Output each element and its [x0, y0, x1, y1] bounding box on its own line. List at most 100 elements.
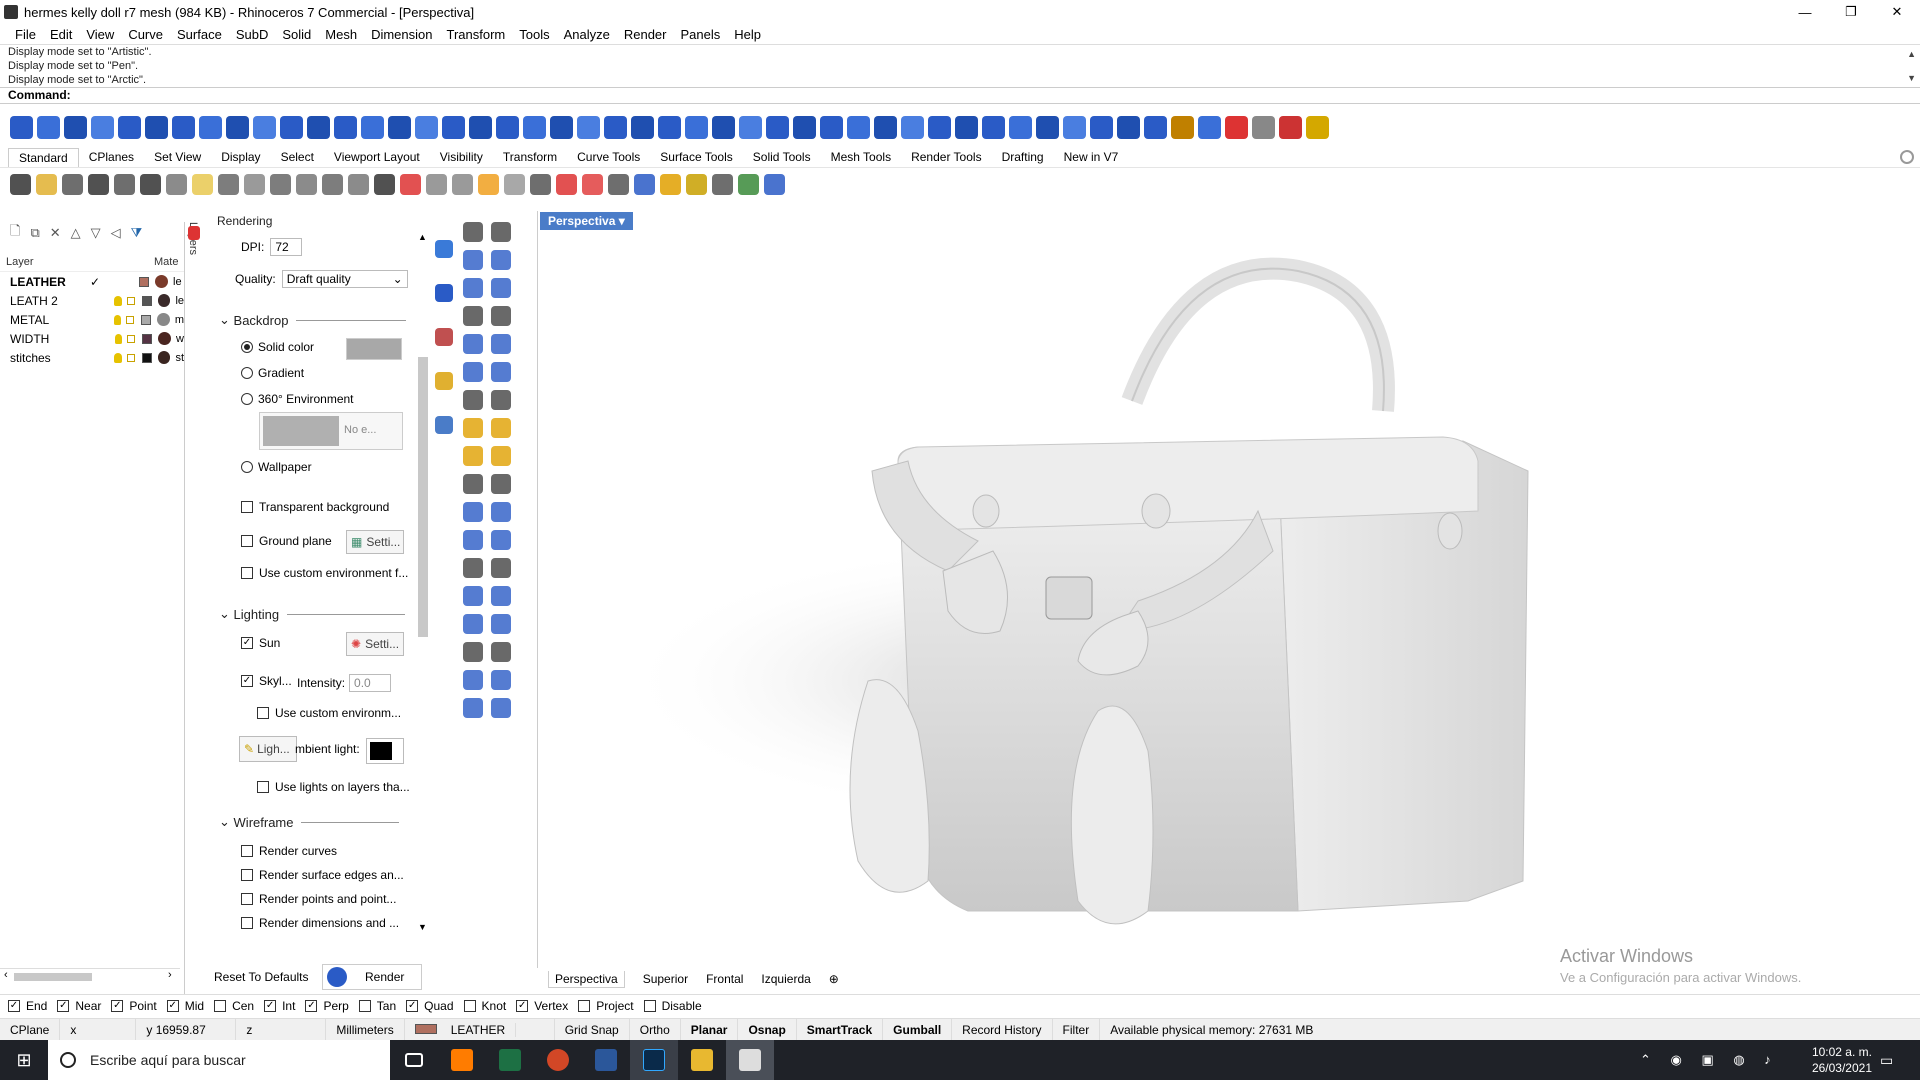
- command-line[interactable]: Command:: [0, 87, 1920, 104]
- standard-tool-icon[interactable]: [62, 173, 83, 195]
- record-history-toggle[interactable]: Record History: [952, 1018, 1053, 1041]
- osnap-checkbox[interactable]: [463, 999, 476, 1012]
- standard-tool-icon[interactable]: [556, 173, 577, 195]
- solid-tool-icon[interactable]: [847, 115, 870, 139]
- sidebar-tool-icon[interactable]: [491, 334, 511, 354]
- material-sphere-icon[interactable]: [157, 313, 170, 326]
- standard-tool-icon[interactable]: [36, 173, 57, 195]
- standard-tool-icon[interactable]: [296, 173, 317, 195]
- light-bulb-icon[interactable]: [113, 314, 122, 325]
- sidebar-tool-icon[interactable]: [463, 642, 483, 662]
- standard-tool-icon[interactable]: [660, 173, 681, 195]
- menu-transform[interactable]: Transform: [439, 27, 512, 42]
- osnap-checkbox[interactable]: ✓: [111, 999, 124, 1012]
- scroll-thumb[interactable]: [14, 973, 92, 981]
- ground-plane-checkbox[interactable]: [241, 535, 253, 547]
- new-sublayer-icon[interactable]: ⧉: [30, 225, 39, 241]
- render-button[interactable]: Render: [322, 964, 422, 990]
- menu-surface[interactable]: Surface: [170, 27, 229, 42]
- history-scroll-up-icon[interactable]: ▲: [1907, 47, 1916, 61]
- standard-tool-icon[interactable]: [478, 173, 499, 195]
- viewport-tab-superior[interactable]: Superior: [643, 972, 688, 986]
- standard-tool-icon[interactable]: [426, 173, 447, 195]
- standard-tool-icon[interactable]: [712, 173, 733, 195]
- gear-icon[interactable]: [1900, 150, 1914, 164]
- solid-tool-icon[interactable]: [1279, 115, 1302, 139]
- standard-tool-icon[interactable]: [764, 173, 785, 195]
- solid-tool-icon[interactable]: [253, 115, 276, 139]
- sidebar-tool-icon[interactable]: [491, 530, 511, 550]
- solid-tool-icon[interactable]: [10, 115, 33, 139]
- solid-tool-icon[interactable]: [874, 115, 897, 139]
- scroll-left-icon[interactable]: ‹: [4, 969, 8, 981]
- units-label[interactable]: Millimeters: [326, 1018, 405, 1041]
- osnap-checkbox[interactable]: ✓: [8, 999, 20, 1012]
- tab-mesh-tools[interactable]: Mesh Tools: [821, 148, 901, 167]
- add-viewport-icon[interactable]: ⊕: [829, 972, 839, 986]
- osnap-end[interactable]: ✓ End: [8, 999, 47, 1013]
- solid-tool-icon[interactable]: [64, 115, 87, 139]
- solid-tool-icon[interactable]: [1090, 115, 1113, 139]
- layer-name[interactable]: LEATHER: [10, 275, 90, 289]
- osnap-checkbox[interactable]: ✓: [516, 999, 529, 1012]
- osnap-toggle[interactable]: Osnap: [738, 1018, 797, 1041]
- standard-tool-icon[interactable]: [686, 173, 707, 195]
- sidebar-tool-icon[interactable]: [463, 306, 483, 326]
- sidebar-tool-icon[interactable]: [463, 530, 483, 550]
- standard-tool-icon[interactable]: [608, 173, 629, 195]
- menu-panels[interactable]: Panels: [673, 27, 727, 42]
- sidebar-tool-icon[interactable]: [463, 362, 483, 382]
- solid-tool-icon[interactable]: [820, 115, 843, 139]
- perspective-viewport[interactable]: [537, 211, 1920, 968]
- close-button[interactable]: ✕: [1874, 0, 1920, 24]
- osnap-quad[interactable]: ✓ Quad: [406, 999, 454, 1013]
- solid-tool-icon[interactable]: [901, 115, 924, 139]
- osnap-near[interactable]: ✓ Near: [57, 999, 101, 1013]
- menu-view[interactable]: View: [79, 27, 121, 42]
- solid-tool-icon[interactable]: [1144, 115, 1167, 139]
- sun-checkbox[interactable]: ✓: [241, 637, 253, 649]
- sidebar-tool-icon[interactable]: [463, 334, 483, 354]
- light-bulb-icon[interactable]: [114, 333, 123, 344]
- solid-tool-icon[interactable]: [658, 115, 681, 139]
- sidebar-tool-icon[interactable]: [491, 222, 511, 242]
- osnap-disable[interactable]: Disable: [643, 999, 702, 1013]
- maximize-button[interactable]: ❐: [1828, 0, 1874, 24]
- custom-environment-lighting-checkbox[interactable]: [257, 707, 269, 719]
- solid-tool-icon[interactable]: [550, 115, 573, 139]
- solid-tool-icon[interactable]: [928, 115, 951, 139]
- sidebar-tool-icon[interactable]: [491, 586, 511, 606]
- viewport-tab-frontal[interactable]: Frontal: [706, 972, 743, 986]
- layer-column-header[interactable]: Layer: [6, 256, 154, 268]
- sidebar-tool-icon[interactable]: [491, 250, 511, 270]
- standard-tool-icon[interactable]: [374, 173, 395, 195]
- render-surface-edges-checkbox[interactable]: [241, 869, 253, 881]
- osnap-checkbox[interactable]: ✓: [166, 999, 179, 1012]
- sidebar-tool-icon[interactable]: [463, 614, 483, 634]
- color-wheel-icon[interactable]: [435, 240, 453, 258]
- standard-tool-icon[interactable]: [166, 173, 187, 195]
- standard-tool-icon[interactable]: [192, 173, 213, 195]
- tab-surface-tools[interactable]: Surface Tools: [650, 148, 743, 167]
- sidebar-tool-icon[interactable]: [463, 558, 483, 578]
- osnap-checkbox[interactable]: [643, 999, 656, 1012]
- notifications-icon[interactable]: ▭: [1880, 1052, 1893, 1069]
- dpi-input[interactable]: 72: [270, 238, 303, 256]
- layer-color-swatch[interactable]: [142, 333, 153, 344]
- material-sphere-icon[interactable]: [157, 351, 171, 364]
- rendering-scrollbar[interactable]: ▲ ▼: [416, 232, 430, 932]
- tab-new-in-v7[interactable]: New in V7: [1054, 148, 1129, 167]
- layer-row[interactable]: WIDTH w: [0, 329, 184, 348]
- osnap-checkbox[interactable]: ✓: [57, 999, 70, 1012]
- layer-row[interactable]: METAL m: [0, 310, 184, 329]
- solid-tool-icon[interactable]: [1225, 115, 1248, 139]
- sidebar-tool-icon[interactable]: [491, 362, 511, 382]
- tab-cplanes[interactable]: CPlanes: [79, 148, 144, 167]
- move-up-icon[interactable]: △: [71, 225, 81, 241]
- sidebar-tool-icon[interactable]: [491, 642, 511, 662]
- solid-tool-icon[interactable]: [226, 115, 249, 139]
- solid-tool-icon[interactable]: [766, 115, 789, 139]
- osnap-perp[interactable]: ✓ Perp: [305, 999, 349, 1013]
- light-bulb-icon[interactable]: [114, 352, 122, 363]
- lock-icon[interactable]: [127, 334, 136, 343]
